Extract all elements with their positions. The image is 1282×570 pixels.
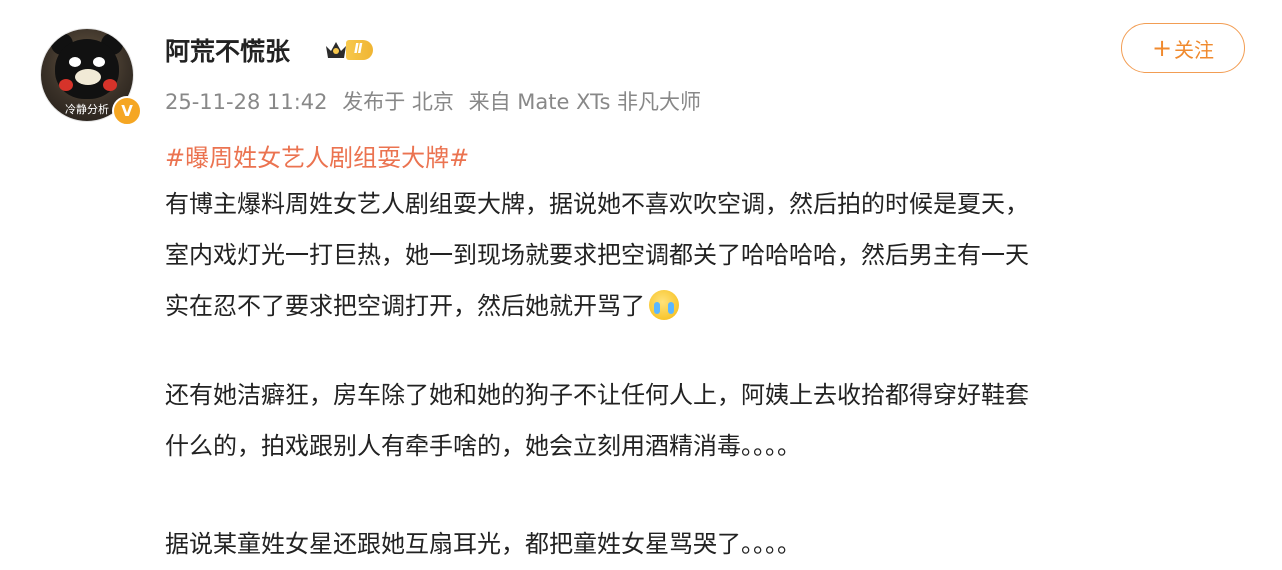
post-source[interactable]: 来自 Mate XTs 非凡大师 <box>469 90 701 114</box>
bear-muzzle-icon <box>75 69 101 85</box>
level-badge[interactable]: Ⅱ <box>324 38 373 62</box>
level-label: Ⅱ <box>346 40 373 60</box>
text-line: 据说某童姓女星还跟她互扇耳光，都把童姓女星骂哭了。。。。 <box>165 530 801 558</box>
author-name[interactable]: 阿荒不慌张 <box>165 32 290 68</box>
bear-cheek-icon <box>59 79 73 91</box>
post-location: 发布于 北京 <box>342 90 454 114</box>
text-line: 实在忍不了要求把空调打开，然后她就开骂了 <box>165 281 1029 332</box>
crown-icon <box>326 42 346 58</box>
post-meta: 25-11-28 11:42 发布于 北京 来自 Mate XTs 非凡大师 <box>165 86 709 116</box>
bear-cheek-icon <box>103 79 117 91</box>
follow-button[interactable]: + 关注 <box>1121 23 1245 73</box>
text-line: 有博主爆料周姓女艺人剧组耍大牌，据说她不喜欢吹空调，然后拍的时候是夏天， <box>165 190 1029 218</box>
bear-eye-icon <box>93 57 105 67</box>
text-line: 室内戏灯光一打巨热，她一到现场就要求把空调都关了哈哈哈哈，然后男主有一天 <box>165 241 1029 269</box>
verified-badge-icon: V <box>112 96 142 126</box>
post-paragraph-2: 还有她洁癖狂，房车除了她和她的狗子不让任何人上，阿姨上去收拾都得穿好鞋套 什么的… <box>165 370 1029 472</box>
plus-icon: + <box>1151 34 1173 62</box>
text-line: 还有她洁癖狂，房车除了她和她的狗子不让任何人上，阿姨上去收拾都得穿好鞋套 <box>165 381 1029 409</box>
text-line-content: 实在忍不了要求把空调打开，然后她就开骂了 <box>165 292 645 320</box>
text-line: 什么的，拍戏跟别人有牵手啥的，她会立刻用酒精消毒。。。。 <box>165 432 801 460</box>
follow-label: 关注 <box>1174 37 1215 62</box>
post-paragraph-3: 据说某童姓女星还跟她互扇耳光，都把童姓女星骂哭了。。。。 <box>165 519 801 570</box>
crying-face-icon <box>649 290 679 320</box>
post-paragraph-1: 有博主爆料周姓女艺人剧组耍大牌，据说她不喜欢吹空调，然后拍的时候是夏天， 室内戏… <box>165 179 1029 332</box>
post-timestamp[interactable]: 25-11-28 11:42 <box>165 90 328 114</box>
topic-hashtag[interactable]: #曝周姓女艺人剧组耍大牌# <box>165 138 469 173</box>
bear-eye-icon <box>69 57 81 67</box>
